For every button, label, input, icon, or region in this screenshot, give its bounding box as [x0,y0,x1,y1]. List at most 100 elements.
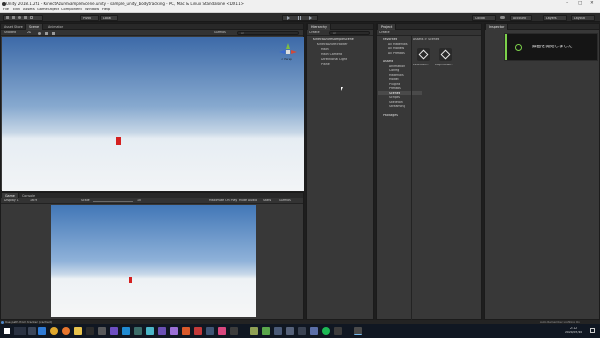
asset-folder[interactable]: Animation [389,65,405,68]
app-icon[interactable] [334,327,342,335]
game-gizmos-dropdown[interactable]: Gizmos [279,199,291,202]
menu-edit[interactable]: Edit [13,8,20,12]
asset-file-label[interactable]: KinectAzur... [413,64,429,67]
tab-inspector[interactable]: Inspector [485,24,509,30]
app-icon[interactable] [262,327,270,335]
asset-file-label[interactable]: PlayInfoMas... [435,64,453,67]
hierarchy-item[interactable]: KinectAzureTracker [317,43,348,46]
project-create-button[interactable]: Create [379,31,390,34]
transform-tools[interactable] [3,14,43,21]
layout-dropdown[interactable]: Layout [571,14,595,21]
audio-toggle-icon[interactable] [45,31,48,35]
menu-gameobject[interactable]: GameObject [37,8,59,12]
app-icon[interactable] [218,327,226,335]
unity-taskbar-icon[interactable] [354,327,362,335]
pivot-toggle[interactable]: Pivot [80,14,99,21]
hierarchy-item[interactable]: Directional Light [321,58,347,61]
app-icon[interactable] [146,327,154,335]
persp-label[interactable]: < Persp [281,58,292,61]
stats-toggle[interactable]: Stats [263,199,271,202]
effects-toggle-icon[interactable] [52,31,55,35]
app-icon[interactable] [158,327,166,335]
gizmo-z-cone[interactable] [279,50,285,54]
asset-folder[interactable]: Plugins [389,83,400,86]
2d-toggle[interactable]: 2D [27,31,31,34]
mute-audio-toggle[interactable]: Mute Audio [239,199,257,202]
close-icon[interactable]: ✕ [590,1,594,6]
gizmo-y-cone[interactable] [286,43,290,49]
local-toggle[interactable]: Local [100,14,118,21]
favorite-item[interactable]: All Models [388,47,404,50]
hierarchy-create-button[interactable]: Create [309,31,320,34]
edge-icon[interactable] [38,327,46,335]
aspect-dropdown[interactable]: 16:9 [30,199,37,202]
layers-dropdown[interactable]: Layers [543,14,567,21]
asset-folder[interactable]: Materials [389,74,404,77]
cloud-icon[interactable] [500,16,505,19]
collab-button[interactable]: Collab [472,14,496,21]
menu-window[interactable]: Window [85,8,99,12]
app-icon[interactable] [298,327,306,335]
scene-search-input[interactable]: All [237,31,299,35]
shaded-dropdown[interactable]: Shaded [4,31,16,34]
app-icon[interactable] [206,327,214,335]
app-icon[interactable] [230,327,238,335]
scale-tool-icon[interactable] [24,16,27,19]
gizmo-x-cone[interactable] [291,50,297,54]
maximize-icon[interactable]: □ [578,1,582,6]
tray-time[interactable]: 2:12 [570,327,577,330]
task-view-icon[interactable] [28,327,36,335]
pause-icon[interactable] [298,16,301,20]
vscode-icon[interactable] [122,327,130,335]
rect-tool-icon[interactable] [30,16,33,19]
hand-tool-icon[interactable] [6,16,9,19]
asset-folder[interactable]: Model [389,78,399,81]
hierarchy-item[interactable]: Main [321,48,329,51]
lighting-toggle-icon[interactable] [38,31,41,35]
app-icon[interactable] [98,327,106,335]
move-tool-icon[interactable] [12,16,15,19]
project-breadcrumb[interactable]: Assets > Scenes [413,38,439,41]
firefox-icon[interactable] [62,327,70,335]
tray-date[interactable]: 2020/07/20 [565,331,582,334]
favorite-item[interactable]: All Prefabs [388,52,405,55]
asset-folder[interactable]: Skeleton [389,101,403,104]
gizmo-center[interactable] [286,50,290,54]
app-icon[interactable] [274,327,282,335]
hierarchy-item[interactable]: Main Camera [321,53,342,56]
asset-folder[interactable]: Scripts [389,96,400,99]
menu-assets[interactable]: Assets [23,8,35,12]
menu-help[interactable]: Help [102,8,110,12]
hierarchy-item[interactable]: Plane [321,63,330,66]
scene-gizmo[interactable]: < Persp [279,43,297,63]
menu-file[interactable]: File [3,8,9,12]
taskbar-search-input[interactable] [14,327,26,335]
account-dropdown[interactable]: Account [510,14,532,21]
scene-asset-icon[interactable] [417,48,430,61]
gizmos-dropdown[interactable]: Gizmos [214,31,226,34]
menu-component[interactable]: Component [61,8,82,12]
display-dropdown[interactable]: Display 1 [4,199,19,202]
app-icon[interactable] [194,327,202,335]
app-icon[interactable] [286,327,294,335]
visual-studio-icon[interactable] [110,327,118,335]
app-icon[interactable] [182,327,190,335]
assets-header[interactable]: Assets [383,60,393,63]
hierarchy-scene-root[interactable]: KinectAzureSampleScene [313,38,354,41]
scene-red-cube[interactable] [116,137,121,145]
scene-asset-icon[interactable] [439,48,452,61]
app-icon[interactable] [134,327,142,335]
maximize-on-play-toggle[interactable]: Maximize On Play [209,199,237,202]
hierarchy-search-input[interactable]: All [329,31,370,35]
scene-canvas[interactable]: < Persp [2,37,304,191]
minimize-icon[interactable]: – [566,1,568,6]
asset-folder[interactable]: Streaming [389,105,405,108]
favorites-header[interactable]: Favorites [383,38,397,41]
notification-icon[interactable] [590,328,595,333]
asset-folder[interactable]: Config [389,69,399,72]
step-icon[interactable] [309,16,312,20]
favorite-item[interactable]: All Materials [388,43,408,46]
asset-folder[interactable]: Scenes [389,92,400,95]
explorer-icon[interactable] [74,327,82,335]
packages-header[interactable]: Packages [383,114,398,117]
